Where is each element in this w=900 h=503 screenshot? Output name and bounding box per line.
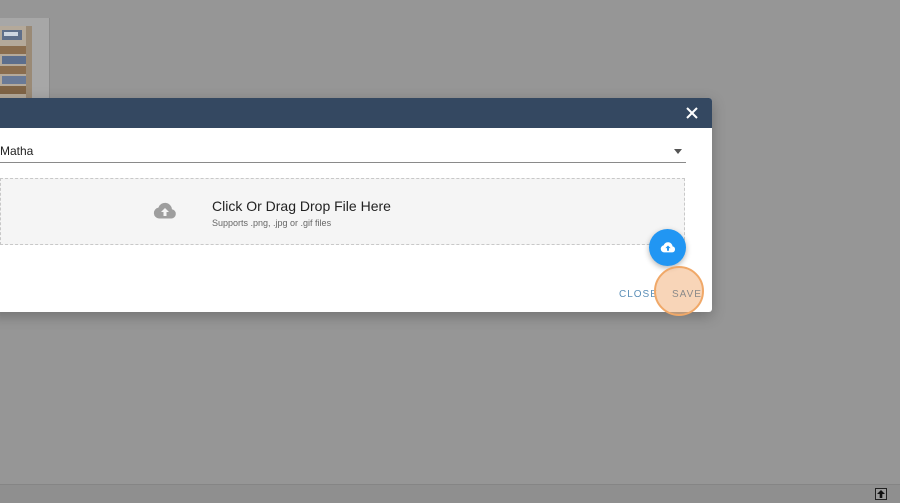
- caret-down-icon: [674, 149, 682, 154]
- product-shelf-image: [0, 26, 32, 100]
- select-value: Matha: [0, 144, 34, 158]
- close-icon[interactable]: [684, 105, 700, 121]
- upload-button[interactable]: [649, 229, 686, 266]
- close-button[interactable]: CLOSE: [619, 289, 658, 300]
- dropzone-title: Click Or Drag Drop File Here: [212, 198, 391, 214]
- app-window: Matha Click Or Drag Drop File Here Suppo…: [0, 0, 900, 503]
- upload-dialog: Matha Click Or Drag Drop File Here Suppo…: [0, 98, 712, 316]
- file-dropzone[interactable]: Click Or Drag Drop File Here Supports .p…: [0, 178, 685, 245]
- dropzone-subtitle: Supports .png, .jpg or .gif files: [212, 218, 332, 228]
- dialog-header: [0, 98, 712, 128]
- arrow-up-icon: [877, 490, 885, 498]
- save-button[interactable]: SAVE: [672, 289, 702, 300]
- category-select[interactable]: Matha: [0, 138, 686, 163]
- scroll-top-button[interactable]: [875, 488, 887, 500]
- footer-bar: [0, 484, 900, 503]
- cloud-upload-icon: [660, 242, 675, 253]
- product-card: [0, 18, 50, 100]
- cloud-upload-icon: [153, 202, 176, 219]
